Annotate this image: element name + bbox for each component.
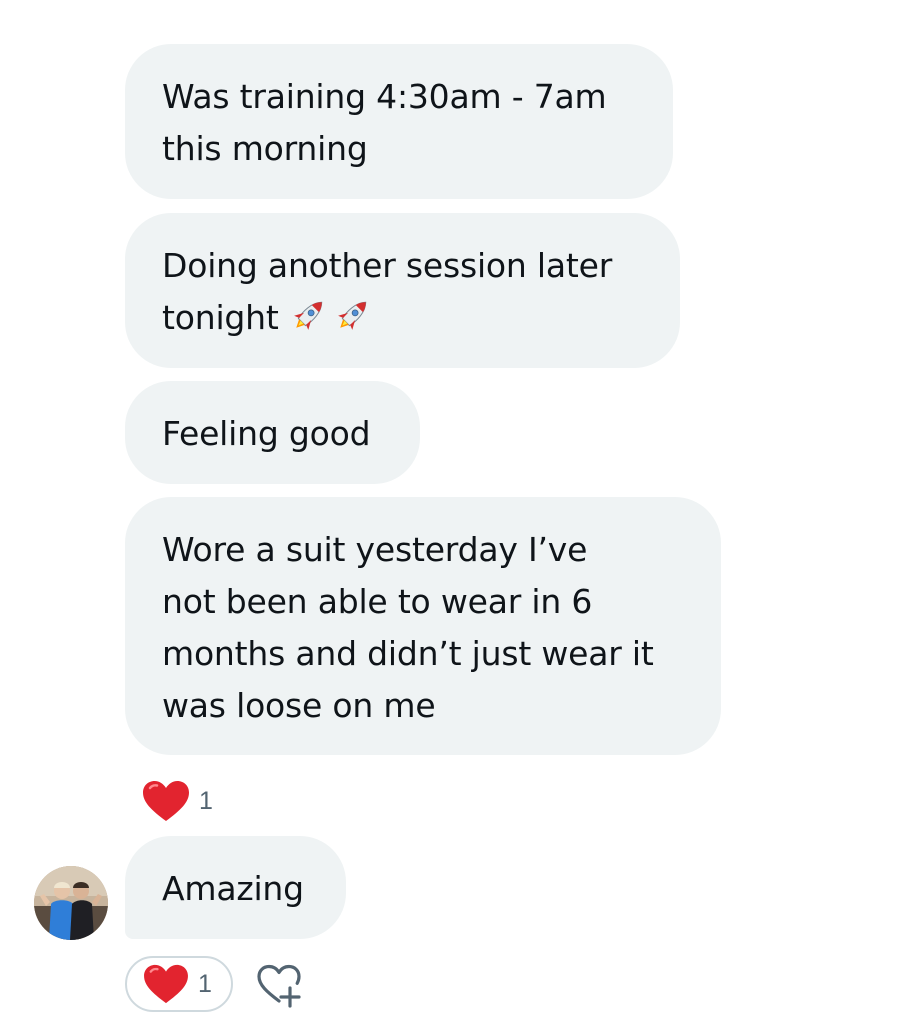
message-bubble[interactable]: Doing another session later tonight — [125, 213, 680, 368]
avatar[interactable] — [34, 866, 108, 940]
message-reaction[interactable]: 1 — [141, 779, 213, 823]
rocket-icon — [333, 295, 373, 335]
message-text-line-with-emoji: tonight — [162, 292, 644, 344]
message-text-line: Doing another session later — [162, 246, 613, 285]
message-text-line: this morning — [162, 129, 368, 168]
message-bubble[interactable]: Feeling good — [125, 381, 420, 484]
add-reaction-button[interactable] — [254, 960, 304, 1008]
reply-bubble[interactable]: Amazing — [125, 836, 346, 939]
reaction-count: 1 — [199, 786, 213, 815]
message-text-line: Amazing — [162, 869, 304, 908]
message-bubble[interactable]: Wore a suit yesterday I’ve not been able… — [125, 497, 721, 755]
message-text-line: was loose on me — [162, 686, 436, 725]
heart-icon — [144, 964, 188, 1004]
message-text: tonight — [162, 298, 279, 337]
message-text-line: months and didn’t just wear it — [162, 634, 654, 673]
message-text-line: not been able to wear in 6 — [162, 582, 593, 621]
reaction-pill[interactable]: 1 — [125, 956, 233, 1012]
emoji-group — [285, 292, 373, 344]
message-text-line: Was training 4:30am - 7am — [162, 77, 607, 116]
rocket-icon — [289, 295, 329, 335]
message-text-line: Feeling good — [162, 414, 371, 453]
reaction-count: 1 — [198, 969, 212, 998]
heart-icon — [143, 781, 189, 821]
add-reaction-icon — [257, 964, 301, 1008]
message-text-line: Wore a suit yesterday I’ve — [162, 530, 588, 569]
message-bubble[interactable]: Was training 4:30am - 7am this morning — [125, 44, 673, 199]
